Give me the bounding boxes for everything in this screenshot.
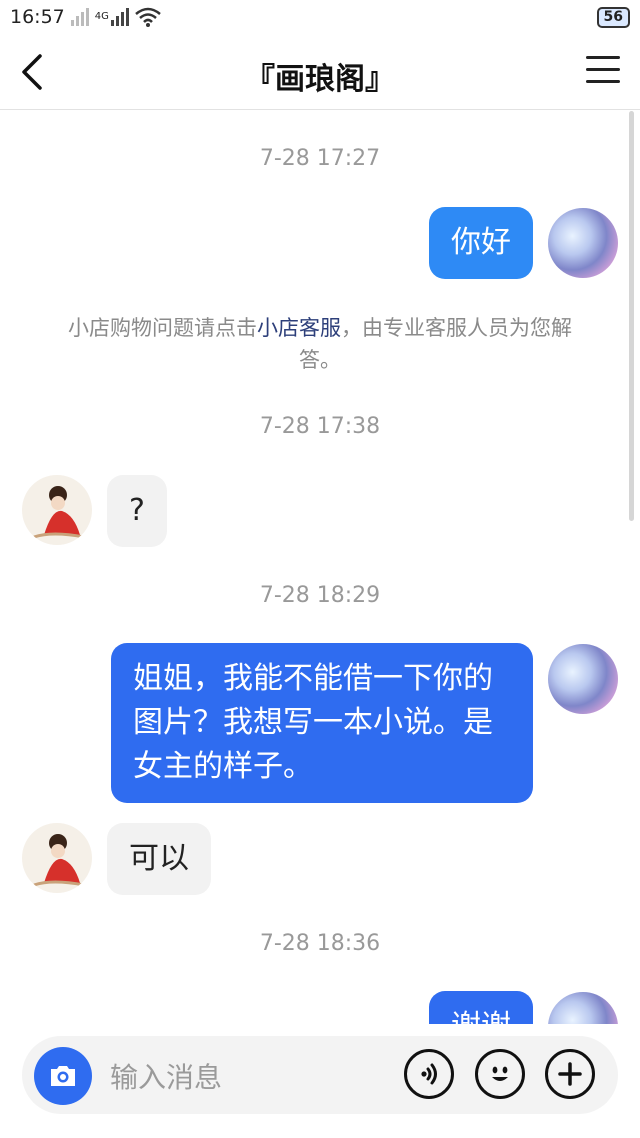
message-timestamp: 7-28 17:38: [259, 414, 381, 439]
message-input-bar: 输入消息: [0, 1024, 640, 1138]
incoming-message-bubble[interactable]: 可以: [107, 823, 211, 895]
outgoing-message-bubble[interactable]: 你好: [429, 207, 533, 279]
shop-avatar[interactable]: [22, 475, 92, 545]
emoji-icon[interactable]: [475, 1049, 525, 1099]
system-notice: 小店购物问题请点击小店客服，由专业客服人员为您解答。: [50, 312, 590, 376]
hamburger-menu-icon[interactable]: [586, 56, 620, 86]
signal-icon: [70, 8, 89, 26]
outgoing-message-bubble[interactable]: 谢谢: [429, 991, 533, 1024]
scrollbar[interactable]: [629, 111, 634, 521]
status-time: 16:57: [10, 6, 65, 28]
camera-icon[interactable]: [34, 1047, 92, 1105]
plus-icon[interactable]: [545, 1049, 595, 1099]
chat-header: 『画琅阁』: [0, 34, 640, 110]
my-avatar[interactable]: [548, 208, 618, 278]
battery-indicator: 56: [596, 7, 630, 28]
voice-icon[interactable]: [404, 1049, 454, 1099]
incoming-message-bubble[interactable]: ?: [107, 475, 167, 547]
shop-service-link[interactable]: 小店客服: [257, 316, 341, 340]
shop-avatar[interactable]: [22, 823, 92, 893]
message-input-container: 输入消息: [22, 1036, 618, 1114]
chat-title: 『画琅阁』: [245, 62, 395, 97]
signal-icon-2: [110, 8, 129, 26]
shop-avatar-image: [33, 834, 85, 887]
outgoing-message-bubble[interactable]: 姐姐，我能不能借一下你的图片？我想写一本小说。是女主的样子。: [111, 643, 533, 803]
network-type: 4G: [94, 11, 109, 22]
message-timestamp: 7-28 18:29: [259, 583, 381, 608]
status-bar: 16:57 4G 56: [0, 0, 640, 34]
shop-avatar-image: [33, 486, 85, 539]
my-avatar[interactable]: [548, 644, 618, 714]
message-list[interactable]: 7-28 17:27 你好 小店购物问题请点击小店客服，由专业客服人员为您解答。…: [0, 111, 640, 1024]
wifi-icon: [135, 7, 161, 27]
message-input[interactable]: 输入消息: [110, 1056, 222, 1096]
system-notice-prefix: 小店购物问题请点击: [68, 316, 257, 340]
my-avatar[interactable]: [548, 992, 618, 1024]
message-timestamp: 7-28 18:36: [259, 931, 381, 956]
message-timestamp: 7-28 17:27: [259, 146, 381, 171]
